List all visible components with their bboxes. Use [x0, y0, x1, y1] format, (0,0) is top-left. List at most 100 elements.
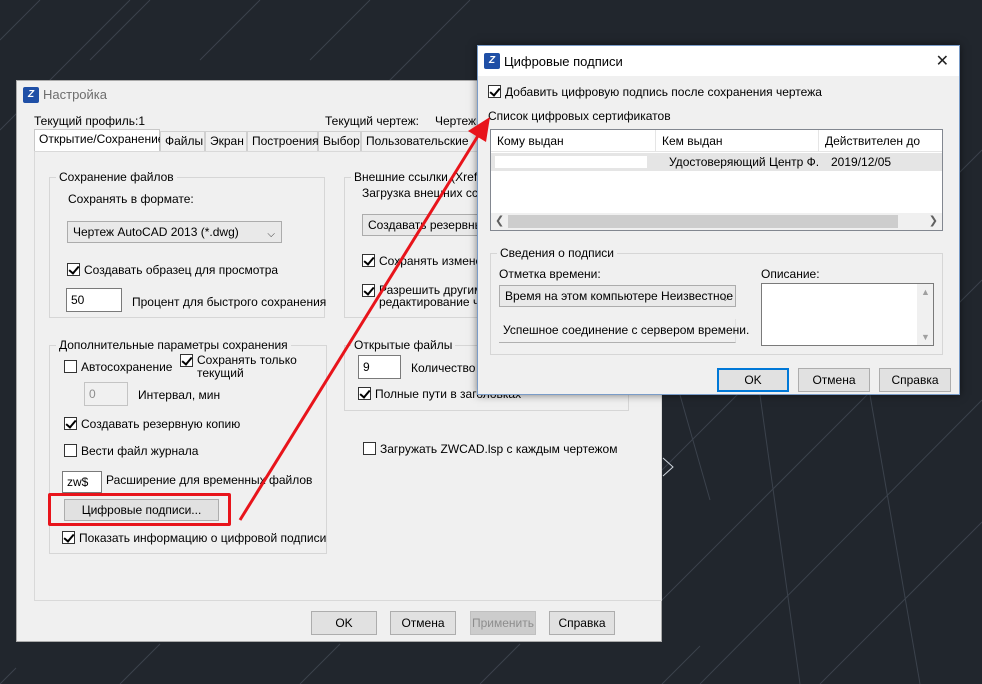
tab-selection[interactable]: Выбор [318, 131, 361, 152]
autosave-label: Автосохранение [81, 360, 173, 374]
settings-ok-button[interactable]: OK [311, 611, 377, 635]
show-signature-info-check [62, 531, 75, 544]
interval-input[interactable]: 0 [84, 382, 128, 406]
close-icon[interactable]: ✕ [936, 51, 949, 71]
save-as-label: Сохранять в формате: [68, 192, 194, 206]
create-preview-label: Создавать образец для просмотра [84, 263, 279, 277]
digsig-titlebar[interactable]: Z Цифровые подписи ✕ [478, 46, 959, 76]
add-signature-check [488, 85, 501, 98]
current-drawing-label: Текущий чертеж: [325, 114, 419, 128]
show-signature-info-checkbox[interactable]: Показать информацию о цифровой подписи [62, 531, 326, 545]
description-vscroll[interactable]: ▲ ▼ [917, 284, 933, 345]
chevron-down-icon: ⌵ [721, 293, 729, 304]
tab-display[interactable]: Экран [205, 131, 247, 152]
tab-open-save[interactable]: Открытие/Сохранение [34, 129, 164, 152]
file-saving-legend: Сохранение файлов [56, 170, 177, 184]
open-files-count-input[interactable]: 9 [358, 355, 401, 379]
save-format-select[interactable]: Чертеж AutoCAD 2013 (*.dwg) ⌵ [67, 221, 282, 243]
scroll-arrow-icon[interactable]: ❯ [929, 214, 938, 227]
settings-help-button[interactable]: Справка [549, 611, 615, 635]
create-preview-check [67, 263, 80, 276]
time-server-status-text: Успешное соединение с сервером времени. [503, 323, 750, 337]
column-valid-until[interactable]: Действителен до [819, 130, 944, 152]
digsig-title: Цифровые подписи [504, 54, 623, 69]
settings-title: Настройка [43, 87, 107, 102]
app-icon: Z [23, 87, 39, 103]
interval-label: Интервал, мин [138, 388, 221, 402]
column-issued-to[interactable]: Кому выдан [491, 130, 656, 152]
cell-issued-to-redacted [495, 156, 647, 168]
timestamp-value: Время на этом компьютере Неизвестное [505, 289, 733, 303]
scroll-thumb[interactable] [508, 215, 898, 228]
save-format-value: Чертеж AutoCAD 2013 (*.dwg) [73, 225, 239, 239]
tab-files[interactable]: Файлы [160, 131, 205, 152]
cert-list-label: Список цифровых сертификатов [488, 109, 671, 123]
settings-apply-button[interactable]: Применить [470, 611, 536, 635]
file-saving-group: Сохранение файлов Сохранять в формате: Ч… [49, 170, 327, 318]
temp-ext-input[interactable]: zw$ [62, 471, 102, 493]
save-current-check [180, 354, 193, 367]
full-paths-check [358, 387, 371, 400]
tab-drafting[interactable]: Построения [247, 131, 319, 152]
scroll-arrow-icon[interactable]: ▲ [921, 287, 930, 297]
create-backup-label: Создавать резервную копию [81, 417, 241, 431]
save-current-label: Сохранять только текущий [197, 353, 297, 380]
create-preview-checkbox[interactable]: Создавать образец для просмотра [67, 263, 278, 277]
open-files-count-label: Количество [411, 361, 476, 375]
show-signature-info-label: Показать информацию о цифровой подписи [79, 531, 327, 545]
xref-allow-others-checkbox[interactable]: Разрешить другим п редактирование чер [362, 284, 493, 308]
create-backup-checkbox[interactable]: Создавать резервную копию [64, 417, 240, 431]
digsig-ok-button[interactable]: OK [717, 368, 789, 392]
temp-ext-label: Расширение для временных файлов [106, 473, 313, 487]
current-profile: Текущий профиль:1 [34, 114, 146, 128]
quick-save-input[interactable]: 50 [66, 288, 122, 312]
log-file-check [64, 444, 77, 457]
xref-load-label: Загрузка внешних ссыл [362, 186, 494, 200]
add-signature-checkbox[interactable]: Добавить цифровую подпись после сохранен… [488, 85, 822, 99]
time-server-status: Успешное соединение с сервером времени. [499, 319, 749, 343]
xrefs-legend: Внешние ссылки (Xrefs) [351, 170, 491, 184]
timestamp-select[interactable]: Время на этом компьютере Неизвестное ⌵ [499, 285, 736, 307]
extra-save-legend: Дополнительные параметры сохранения [56, 338, 291, 352]
xref-save-changes-checkbox[interactable]: Сохранять изменени [362, 254, 496, 268]
xref-load-value: Создавать резервные [368, 218, 490, 232]
column-issued-by[interactable]: Кем выдан [656, 130, 819, 152]
scroll-arrow-icon[interactable]: ❮ [495, 214, 504, 227]
tab-user[interactable]: Пользовательские [361, 131, 486, 152]
open-files-legend: Открытые файлы [351, 338, 456, 352]
certificate-list-hscroll[interactable]: ❮ ❯ [491, 213, 942, 230]
certificate-list-header: Кому выдан Кем выдан Действителен до [491, 130, 942, 152]
cell-valid-until: 2019/12/05 [831, 155, 892, 169]
description-label: Описание: [761, 267, 820, 281]
load-lsp-checkbox[interactable]: Загружать ZWCAD.lsp с каждым чертежом [363, 442, 617, 456]
digsig-help-button[interactable]: Справка [879, 368, 951, 392]
load-lsp-label: Загружать ZWCAD.lsp с каждым чертежом [380, 442, 618, 456]
xref-allow-others-line2: редактирование чер [379, 295, 493, 309]
app-icon: Z [484, 53, 500, 69]
load-lsp-check [363, 442, 376, 455]
xref-save-changes-check [362, 254, 375, 267]
current-drawing-value: Чертеж [435, 114, 477, 128]
certificate-list[interactable]: Кому выдан Кем выдан Действителен до Удо… [490, 129, 943, 231]
autosave-check [64, 360, 77, 373]
add-signature-label: Добавить цифровую подпись после сохранен… [505, 85, 822, 99]
signature-info-group: Сведения о подписи Отметка времени: Врем… [490, 246, 943, 355]
scroll-arrow-icon[interactable]: ▼ [921, 332, 930, 342]
annotation-highlight-box [48, 493, 231, 526]
log-file-label: Вести файл журнала [81, 444, 199, 458]
settings-cancel-button[interactable]: Отмена [390, 611, 456, 635]
cell-issued-by: Удостоверяющий Центр Ф... [669, 155, 819, 169]
signature-info-legend: Сведения о подписи [497, 246, 617, 260]
quick-save-label: Процент для быстрого сохранения [132, 295, 327, 309]
autosave-checkbox[interactable]: Автосохранение [64, 360, 172, 374]
description-textarea[interactable]: ▲ ▼ [761, 283, 934, 346]
timestamp-label: Отметка времени: [499, 267, 601, 281]
table-row[interactable]: Удостоверяющий Центр Ф... 2019/12/05 [491, 153, 942, 171]
xref-allow-others-check [362, 284, 375, 297]
digital-signatures-dialog: Z Цифровые подписи ✕ Добавить цифровую п… [477, 45, 960, 395]
chevron-down-icon: ⌵ [267, 229, 275, 240]
create-backup-check [64, 417, 77, 430]
save-current-checkbox[interactable]: Сохранять только текущий [180, 354, 297, 380]
log-file-checkbox[interactable]: Вести файл журнала [64, 444, 198, 458]
digsig-cancel-button[interactable]: Отмена [798, 368, 870, 392]
